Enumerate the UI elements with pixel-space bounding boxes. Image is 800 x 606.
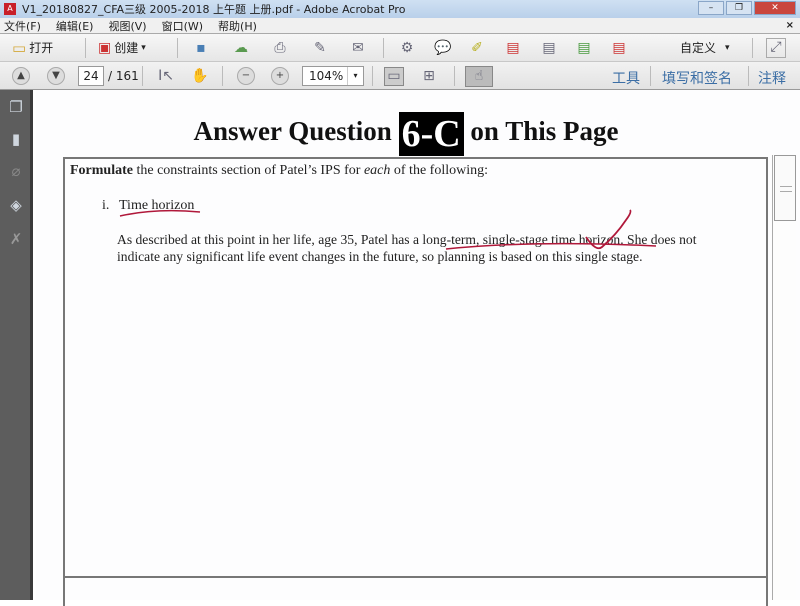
page-thumbnails-icon[interactable]: ❐	[7, 98, 25, 116]
customize-button[interactable]: 自定义 ▾	[680, 39, 730, 56]
navigation-toolbar: ▲ ▼ 24 / 161 I↖ ✋ − + 104% ▾ ▭ ⊞ ☝ 工具 填写和…	[0, 62, 800, 90]
bookmark-icon[interactable]: ▮	[7, 130, 25, 148]
email-icon[interactable]: ✉	[349, 40, 367, 56]
layers-icon[interactable]: ◈	[7, 196, 25, 214]
comment-icon[interactable]: 💬	[434, 40, 452, 56]
window-title: V1_20180827_CFA三级 2005-2018 上午题 上册.pdf -…	[22, 3, 406, 16]
title-bar: A V1_20180827_CFA三级 2005-2018 上午题 上册.pdf…	[0, 0, 800, 18]
menu-window[interactable]: 窗口(W)	[162, 18, 203, 34]
zoom-select[interactable]: 104% ▾	[302, 66, 364, 86]
scrollbar-thumb[interactable]	[774, 155, 796, 221]
document-view: Answer Question 6-C on This Page Formula…	[36, 90, 800, 606]
zoom-dropdown-icon[interactable]: ▾	[347, 67, 363, 85]
pdf-delete-icon[interactable]: ▤	[504, 40, 522, 56]
ink-underline-time-horizon	[119, 209, 201, 217]
menu-edit[interactable]: 编辑(E)	[56, 18, 94, 34]
touch-mode-icon[interactable]: ☝	[465, 66, 493, 87]
zoom-out-icon[interactable]: −	[237, 67, 255, 85]
menu-help[interactable]: 帮助(H)	[218, 18, 257, 34]
cloud-upload-icon[interactable]: ☁	[232, 40, 250, 56]
print-icon[interactable]: ⎙	[271, 40, 289, 56]
edit-icon[interactable]: ✎	[311, 40, 329, 56]
hand-tool-icon[interactable]: ✋	[191, 68, 209, 84]
close-button[interactable]: ✕	[754, 1, 796, 15]
attachment-icon[interactable]: ⌀	[7, 162, 25, 180]
signature-icon[interactable]: ✗	[7, 230, 25, 248]
fill-sign-panel-link[interactable]: 填写和签名	[662, 68, 732, 88]
menu-bar: 文件(F) 编辑(E) 视图(V) 窗口(W) 帮助(H) ×	[0, 18, 800, 33]
ink-underline-long-term	[445, 242, 657, 250]
gear-icon[interactable]: ⚙	[398, 40, 416, 56]
menu-file[interactable]: 文件(F)	[4, 18, 41, 34]
comment-panel-link[interactable]: 注释	[758, 68, 786, 88]
pdf-sign-icon[interactable]: ▤	[610, 40, 628, 56]
page-count: / 161	[108, 69, 139, 83]
ink-checkmark	[585, 209, 632, 250]
fit-width-icon[interactable]: ⊞	[420, 68, 438, 84]
answer-box-next	[63, 576, 768, 606]
select-cursor-icon[interactable]: I↖	[157, 68, 175, 84]
minimize-button[interactable]: –	[698, 1, 724, 15]
next-page-icon[interactable]: ▼	[47, 67, 65, 85]
fit-page-icon[interactable]: ▭	[384, 67, 404, 86]
highlight-icon[interactable]: ✐	[468, 40, 486, 56]
folder-icon: ▭	[12, 38, 27, 57]
restore-button[interactable]: ❐	[726, 1, 752, 15]
create-pdf-icon: ▣	[98, 39, 112, 56]
page-number-input[interactable]: 24	[78, 66, 104, 86]
fullscreen-icon[interactable]: ⤢	[766, 38, 786, 58]
zoom-in-icon[interactable]: +	[271, 67, 289, 85]
pdf-settings-icon[interactable]: ▤	[540, 40, 558, 56]
menu-view[interactable]: 视图(V)	[108, 18, 146, 34]
previous-page-icon[interactable]: ▲	[12, 67, 30, 85]
create-button[interactable]: ▣ 创建 ▾	[98, 39, 146, 56]
main-toolbar: ▭ 打开 ▣ 创建 ▾ ▪ ☁ ⎙ ✎ ✉ ⚙ 💬 ✐ ▤ ▤ ▤ ▤ 自定义 ▾ ⤢	[0, 33, 800, 62]
close-document-button[interactable]: ×	[786, 20, 794, 31]
acrobat-icon: A	[4, 3, 16, 15]
vertical-scrollbar[interactable]	[772, 155, 796, 600]
tools-panel-link[interactable]: 工具	[612, 68, 640, 88]
ink-annotations	[119, 209, 657, 250]
pdf-export-icon[interactable]: ▤	[575, 40, 593, 56]
navigation-pane: ❐ ▮ ⌀ ◈ ✗	[0, 90, 33, 600]
save-icon[interactable]: ▪	[192, 40, 210, 56]
open-button[interactable]: ▭ 打开	[12, 39, 53, 57]
